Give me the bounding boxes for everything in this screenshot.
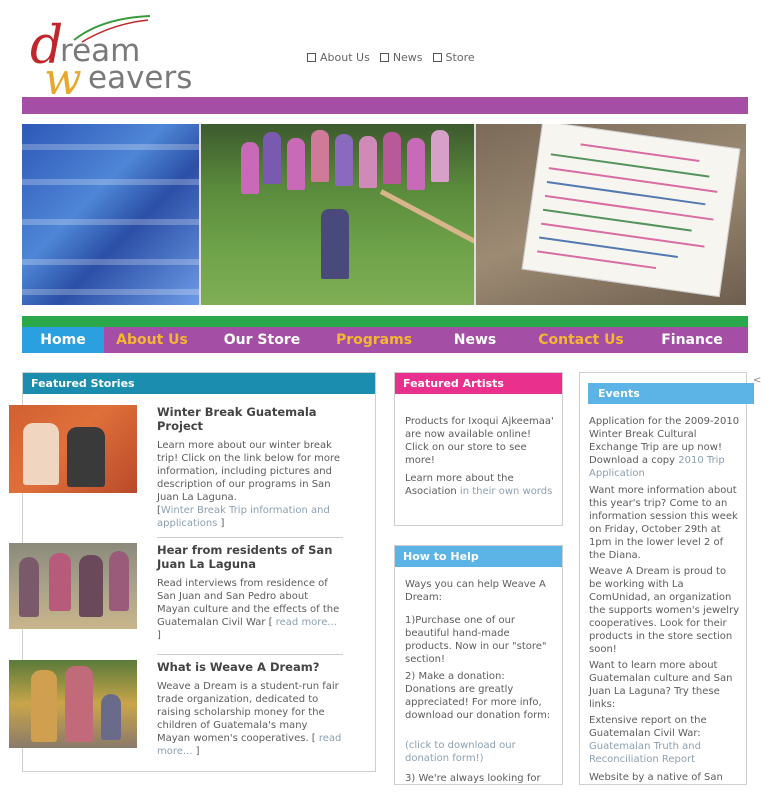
events-civil-war-report: Extensive report on the Guatemalan Civil…	[589, 714, 741, 766]
story-divider	[157, 654, 343, 655]
banner-images	[22, 124, 746, 305]
top-link-about[interactable]: About Us	[307, 51, 370, 64]
story-title[interactable]: Winter Break Guatemala Project	[157, 405, 343, 433]
banner-textile-image	[22, 124, 199, 305]
how-to-help-header: How to Help	[395, 546, 562, 567]
nav-about-us[interactable]: About Us	[104, 327, 200, 353]
top-link-store[interactable]: Store	[432, 51, 475, 64]
nav-news[interactable]: News	[424, 327, 526, 353]
top-link-about-label: About Us	[320, 51, 370, 64]
nav-top-bar	[22, 316, 748, 327]
featured-stories-header: Featured Stories	[23, 373, 375, 394]
story-link-bracket-close: ]	[157, 630, 161, 641]
story-body: Read interviews from residence of San Ju…	[157, 577, 343, 642]
how-to-help-panel: How to Help Ways you can help Weave A Dr…	[394, 545, 563, 785]
top-link-news[interactable]: News	[379, 51, 423, 64]
story-thumbnail[interactable]	[9, 543, 137, 629]
story-title[interactable]: Hear from residents of San Juan La Lagun…	[157, 543, 343, 571]
logo-word-eavers: eavers	[88, 60, 193, 96]
events-website-native: Website by a native of San	[589, 772, 723, 783]
nav-contact-us[interactable]: Contact Us	[526, 327, 636, 353]
artists-text: Products for Ixoqui Ajkeemaa' are now av…	[405, 416, 554, 466]
story-title[interactable]: What is Weave A Dream?	[157, 660, 343, 674]
checkbox-icon	[379, 53, 389, 62]
events-header: Events	[588, 383, 754, 404]
truth-reconciliation-link[interactable]: Guatemalan Truth and Reconciliation Repo…	[589, 741, 701, 765]
story-body: Weave a Dream is a student-run fair trad…	[157, 680, 343, 758]
events-application: Application for the 2009-2010 Winter Bre…	[589, 415, 741, 480]
help-intro: Ways you can help Weave A Dream:	[405, 579, 546, 603]
nav-our-store[interactable]: Our Store	[200, 327, 324, 353]
nav-home[interactable]: Home	[22, 327, 104, 353]
help-step-3: 3) We're always looking for	[405, 773, 541, 784]
story-text: Weave a Dream is a student-run fair trad…	[157, 681, 339, 744]
nav-finance[interactable]: Finance	[636, 327, 748, 353]
story-divider	[157, 537, 343, 538]
top-links: About Us News Store	[307, 51, 475, 64]
edge-arrow-icon: <	[753, 375, 762, 386]
artists-learn-more: Learn more about the Asociation in their…	[405, 472, 557, 498]
main-nav: Home About Us Our Store Programs News Co…	[22, 327, 748, 353]
events-info-session: Want more information about this year's …	[589, 485, 738, 561]
events-learn-more: Want to learn more about Guatemalan cult…	[589, 660, 733, 710]
story-thumbnail[interactable]	[9, 660, 137, 748]
featured-artists-panel: Featured Artists Products for Ixoqui Ajk…	[394, 372, 563, 526]
story-read-more-link[interactable]: read more...	[273, 617, 337, 628]
story-text: Learn more about our winter break trip! …	[157, 440, 341, 503]
events-comunidad: Weave A Dream is proud to be working wit…	[589, 566, 740, 655]
featured-artists-header: Featured Artists	[395, 373, 562, 394]
header-divider-bar	[22, 97, 748, 114]
help-step-1: 1)Purchase one of our beautiful hand-mad…	[405, 615, 547, 665]
story-link-bracket-close: ]	[192, 746, 200, 757]
story-body: Learn more about our winter break trip! …	[157, 439, 343, 530]
checkbox-icon	[307, 53, 316, 62]
civil-war-report-text: Extensive report on the Guatemalan Civil…	[589, 715, 707, 739]
nav-programs[interactable]: Programs	[324, 327, 424, 353]
artists-own-words-link[interactable]: in their own words	[460, 486, 552, 497]
logo-letter-w: w	[44, 54, 82, 105]
banner-letter-image	[475, 124, 746, 305]
top-link-news-label: News	[392, 51, 423, 64]
donation-form-link[interactable]: (click to download our donation form!)	[405, 739, 557, 765]
help-step-2: 2) Make a donation: Donations are greatl…	[405, 671, 551, 721]
checkbox-icon	[432, 53, 442, 62]
story-link-bracket-close: ]	[217, 518, 225, 529]
events-panel: Events < Application for the 2009-2010 W…	[579, 372, 761, 785]
story-thumbnail[interactable]	[9, 405, 137, 493]
site-logo[interactable]: d ream w eavers	[30, 8, 220, 102]
banner-weavers-group-image	[200, 124, 474, 305]
story-link[interactable]: Winter Break Trip information and applic…	[157, 505, 330, 529]
top-link-store-label: Store	[445, 51, 475, 64]
